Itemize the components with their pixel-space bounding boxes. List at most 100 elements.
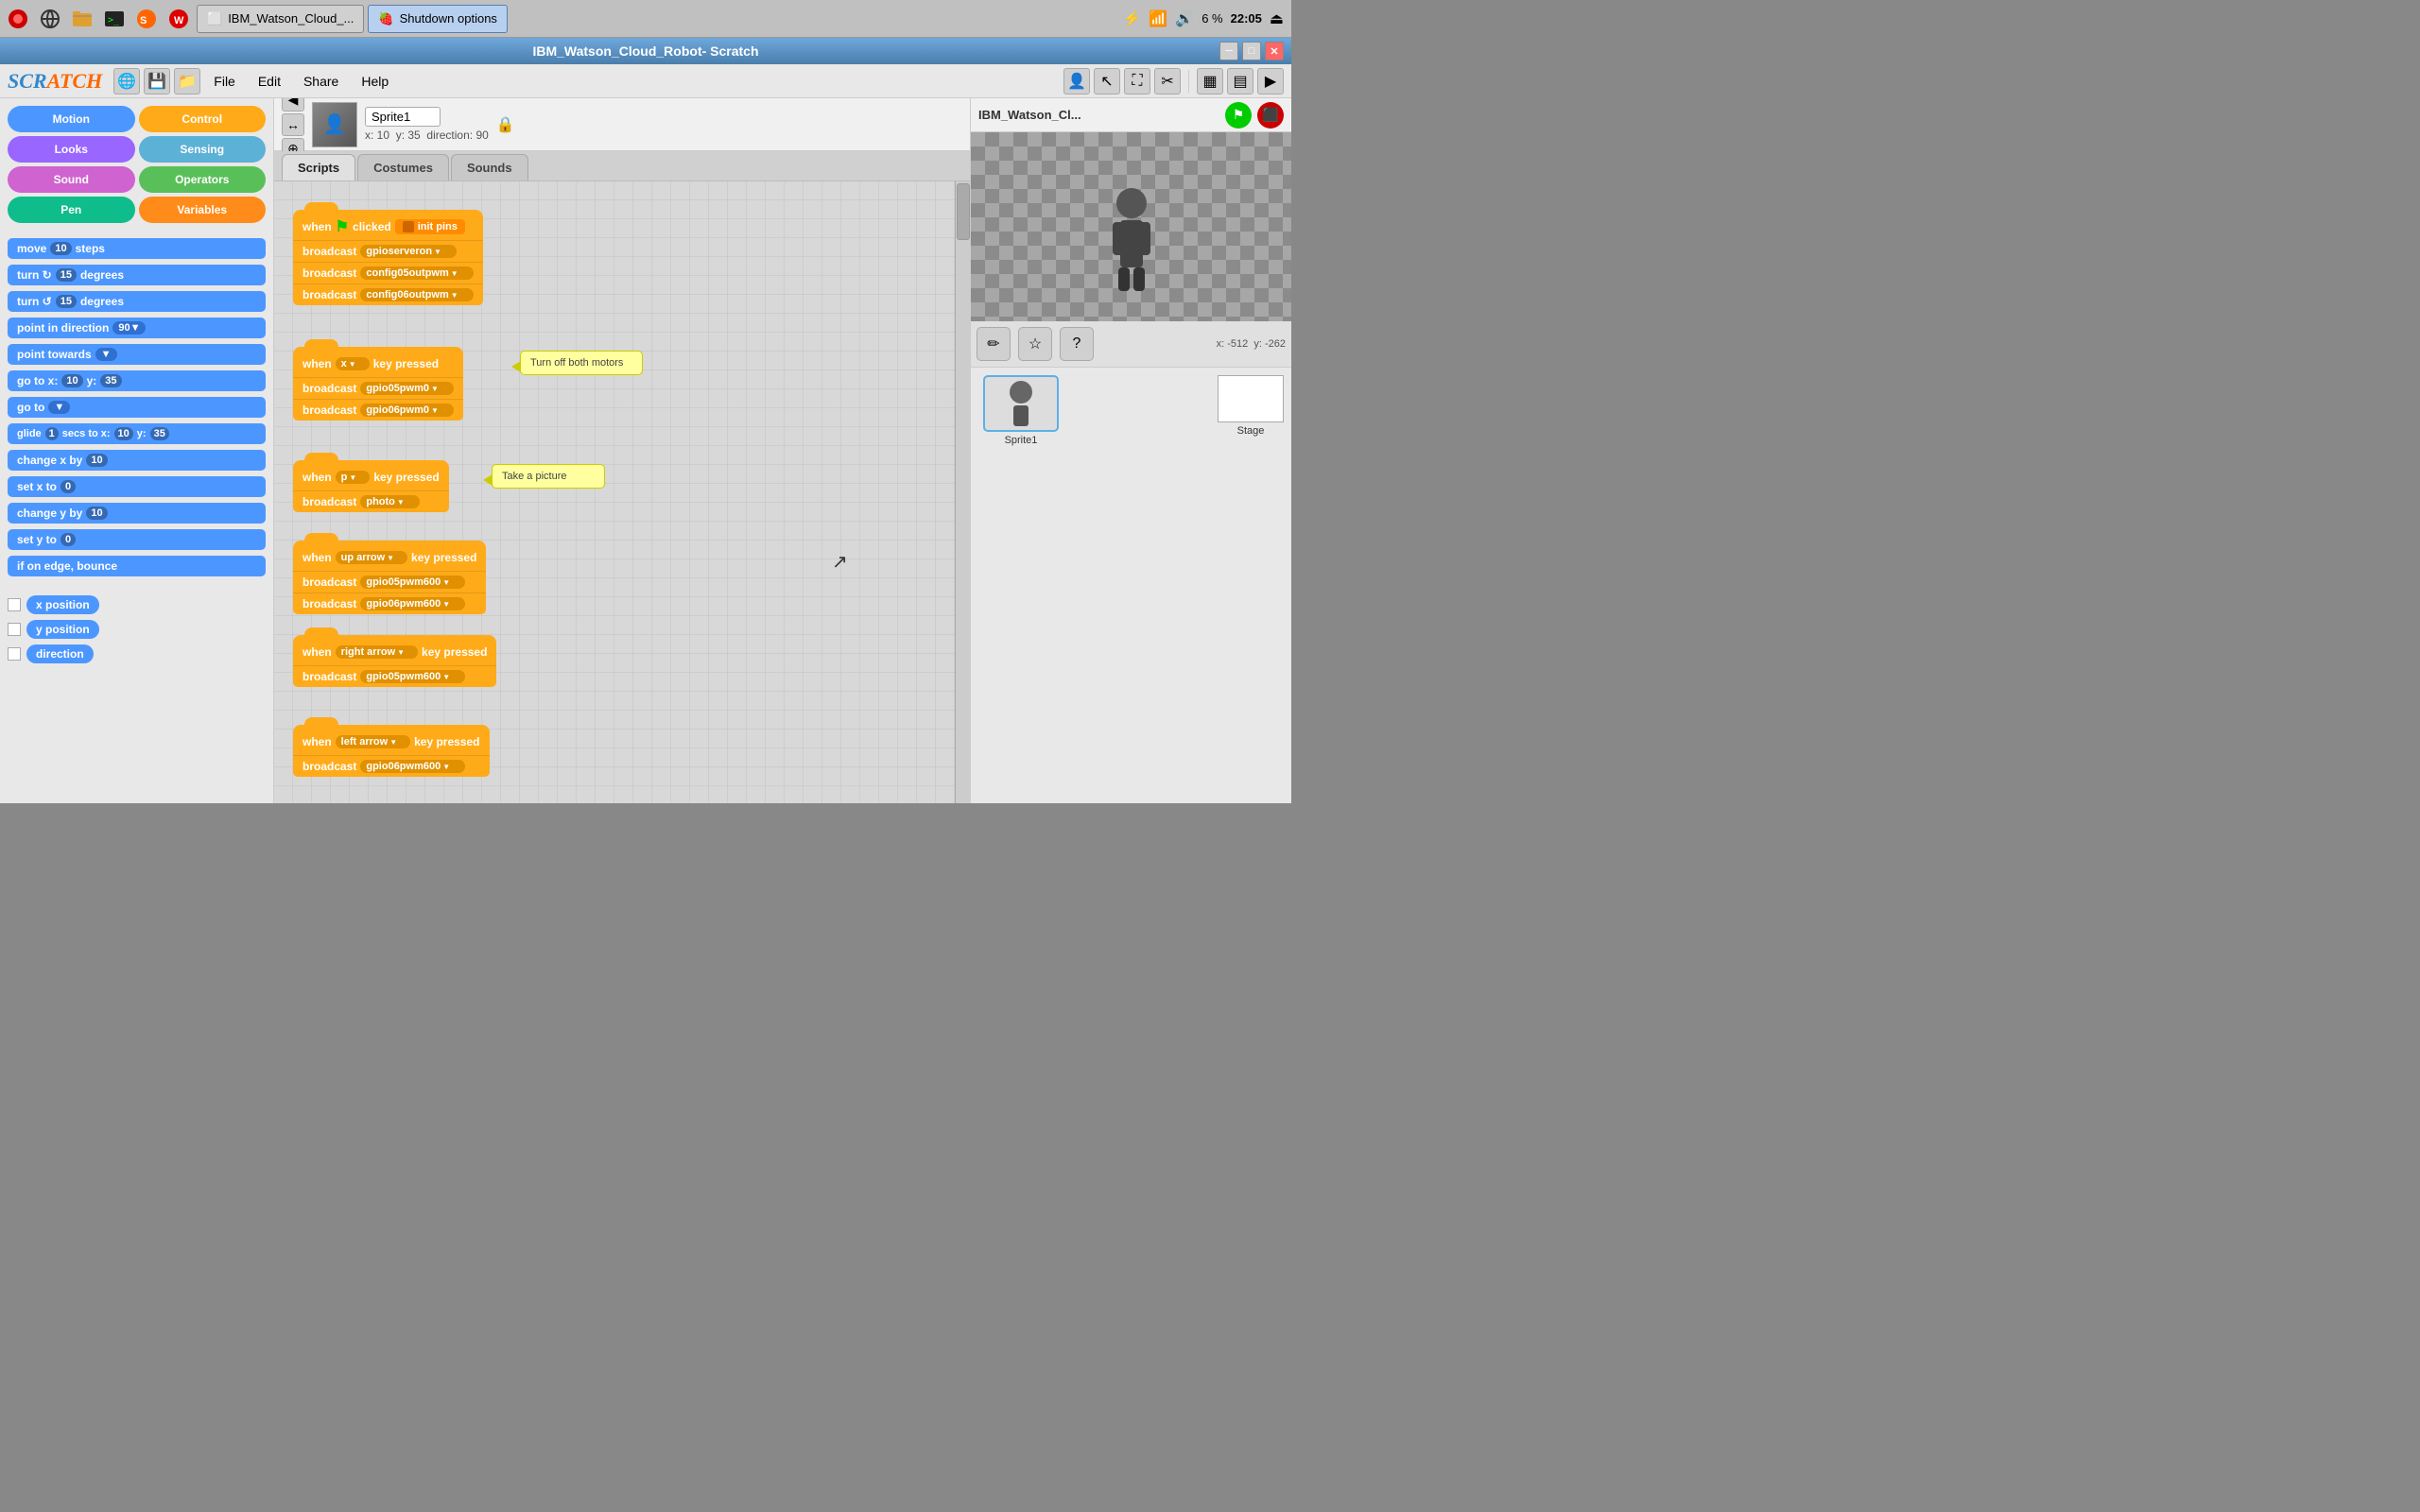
var-x-checkbox[interactable] bbox=[8, 598, 21, 611]
tab-scripts[interactable]: Scripts bbox=[282, 154, 355, 180]
extra-btn[interactable]: ✂ bbox=[1154, 68, 1181, 94]
wifi-icon[interactable]: 📶 bbox=[1149, 9, 1167, 28]
broadcast-gpio06pwm600c-block[interactable]: broadcast gpio06pwm600▼ bbox=[293, 755, 490, 777]
close-button[interactable]: ✕ bbox=[1265, 42, 1284, 60]
minimize-button[interactable]: ─ bbox=[1219, 42, 1238, 60]
sprite-name-area: x: 10 y: 35 direction: 90 bbox=[365, 107, 489, 142]
scripts-canvas[interactable]: when ⚑ clicked init pins broadcast gpios… bbox=[274, 181, 970, 803]
block-goto[interactable]: go to ▼ bbox=[8, 397, 266, 418]
tab-sounds[interactable]: Sounds bbox=[451, 154, 528, 180]
menu-edit[interactable]: Edit bbox=[249, 70, 290, 93]
key-left-dropdown[interactable]: left arrow▼ bbox=[336, 735, 410, 748]
view3-btn[interactable]: ▶ bbox=[1257, 68, 1284, 94]
menu-share[interactable]: Share bbox=[294, 70, 348, 93]
cat-looks-btn[interactable]: Looks bbox=[8, 136, 135, 163]
block-turn-cw[interactable]: turn ↻ 15 degrees bbox=[8, 265, 266, 285]
broadcast-gpio05pwm600b-block[interactable]: broadcast gpio05pwm600▼ bbox=[293, 665, 496, 687]
broadcast-gpio05pwm0-block[interactable]: broadcast gpio05pwm0▼ bbox=[293, 377, 463, 399]
view2-btn[interactable]: ▤ bbox=[1227, 68, 1253, 94]
block-clicked-text: clicked bbox=[353, 220, 391, 233]
sprite-lock-icon[interactable]: 🔒 bbox=[496, 115, 515, 134]
menu-file[interactable]: File bbox=[204, 70, 245, 93]
green-flag-button[interactable]: ⚑ bbox=[1225, 102, 1252, 129]
key-up-dropdown[interactable]: up arrow▼ bbox=[336, 551, 407, 564]
stage-preview bbox=[971, 132, 1291, 321]
window1-btn[interactable]: ⬜ IBM_Watson_Cloud_... bbox=[197, 5, 364, 33]
block-goto-xy[interactable]: go to x: 10 y: 35 bbox=[8, 370, 266, 391]
menu-help[interactable]: Help bbox=[352, 70, 398, 93]
cat-motion-btn[interactable]: Motion bbox=[8, 106, 135, 132]
var-y-position[interactable]: y position bbox=[8, 620, 266, 639]
bluetooth-icon[interactable]: ⚡ bbox=[1122, 9, 1141, 28]
block-glide[interactable]: glide 1 secs to x: 10 y: 35 bbox=[8, 423, 266, 444]
var-dir-checkbox[interactable] bbox=[8, 647, 21, 661]
middle-panel: ◀ ↔ ⊕ 👤 x: 10 y: 35 direction: 90 bbox=[274, 98, 970, 803]
cat-pen-btn[interactable]: Pen bbox=[8, 197, 135, 223]
window2-btn[interactable]: 🍓 Shutdown options bbox=[368, 5, 508, 33]
cat-variables-btn[interactable]: Variables bbox=[139, 197, 267, 223]
broadcast-gpio06pwm600-block[interactable]: broadcast gpio06pwm600▼ bbox=[293, 593, 486, 614]
cat-sensing-btn[interactable]: Sensing bbox=[139, 136, 267, 163]
maximize-button[interactable]: □ bbox=[1242, 42, 1261, 60]
broadcast-gpioserver-block[interactable]: broadcast gpioserveron▼ bbox=[293, 240, 483, 262]
scripts-scrollbar[interactable] bbox=[955, 181, 970, 803]
save-btn[interactable]: 💾 bbox=[144, 68, 170, 94]
sprite-nav-down[interactable]: ↔ bbox=[282, 113, 304, 136]
cat-sound-btn[interactable]: Sound bbox=[8, 166, 135, 193]
block-point-towards[interactable]: point towards ▼ bbox=[8, 344, 266, 365]
help-tool-btn[interactable]: ? bbox=[1060, 327, 1094, 361]
block-change-x[interactable]: change x by 10 bbox=[8, 450, 266, 471]
paint-tool-btn[interactable]: ✏ bbox=[977, 327, 1011, 361]
stage-tools-bar: ✏ ☆ ? x: -512 y: -262 bbox=[971, 321, 1291, 368]
scratch-icon[interactable]: S bbox=[132, 5, 161, 33]
star-tool-btn[interactable]: ☆ bbox=[1018, 327, 1052, 361]
block-set-x[interactable]: set x to 0 bbox=[8, 476, 266, 497]
broadcast-photo-block[interactable]: broadcast photo▼ bbox=[293, 490, 449, 512]
sprite-nav-up[interactable]: ◀ bbox=[282, 98, 304, 112]
eject-icon[interactable]: ⏏ bbox=[1270, 9, 1284, 28]
init-pins-block[interactable]: init pins bbox=[395, 219, 465, 234]
sprite-coords: x: 10 y: 35 direction: 90 bbox=[365, 129, 489, 142]
stop-button[interactable]: ⬛ bbox=[1257, 102, 1284, 129]
broadcast-gpio06pwm0-block[interactable]: broadcast gpio06pwm0▼ bbox=[293, 399, 463, 421]
stage-thumbnail-area[interactable]: Stage bbox=[1218, 375, 1284, 446]
stage-header: IBM_Watson_Cl... ⚑ ⬛ bbox=[971, 98, 1291, 132]
filemanager-icon[interactable] bbox=[68, 5, 96, 33]
script-group-5: when right arrow▼ key pressed broadcast … bbox=[293, 635, 496, 687]
broadcast-gpio05pwm600-block[interactable]: broadcast gpio05pwm600▼ bbox=[293, 571, 486, 593]
browser-icon[interactable] bbox=[36, 5, 64, 33]
folder-btn[interactable]: 📁 bbox=[174, 68, 200, 94]
pointer-btn[interactable]: ↖ bbox=[1094, 68, 1120, 94]
raspberry-icon[interactable] bbox=[4, 5, 32, 33]
key-x-dropdown[interactable]: x▼ bbox=[336, 357, 370, 370]
sprite-label-1: Sprite1 bbox=[1005, 435, 1038, 446]
key-p-dropdown[interactable]: p▼ bbox=[336, 471, 371, 484]
comment-take-picture: Take a picture bbox=[492, 464, 605, 489]
cat-control-btn[interactable]: Control bbox=[139, 106, 267, 132]
block-set-y[interactable]: set y to 0 bbox=[8, 529, 266, 550]
wolfram-icon[interactable]: W bbox=[164, 5, 193, 33]
tab-costumes[interactable]: Costumes bbox=[357, 154, 449, 180]
var-y-checkbox[interactable] bbox=[8, 623, 21, 636]
terminal-icon[interactable]: >_ bbox=[100, 5, 129, 33]
language-btn[interactable]: 🌐 bbox=[113, 68, 140, 94]
volume-icon[interactable]: 🔊 bbox=[1175, 9, 1194, 28]
broadcast-config05-block[interactable]: broadcast config05outpwm▼ bbox=[293, 262, 483, 284]
clock: 22:05 bbox=[1231, 11, 1262, 26]
broadcast-config06-block[interactable]: broadcast config06outpwm▼ bbox=[293, 284, 483, 305]
block-turn-ccw[interactable]: turn ↺ 15 degrees bbox=[8, 291, 266, 312]
block-move[interactable]: move 10 steps bbox=[8, 238, 266, 259]
view1-btn[interactable]: ▦ bbox=[1197, 68, 1223, 94]
block-point-direction[interactable]: point in direction 90▼ bbox=[8, 318, 266, 338]
block-edge-bounce[interactable]: if on edge, bounce bbox=[8, 556, 266, 576]
cat-operators-btn[interactable]: Operators bbox=[139, 166, 267, 193]
sprite-name-input[interactable] bbox=[365, 107, 441, 127]
sprite-item-1[interactable]: Sprite1 bbox=[978, 375, 1063, 446]
var-direction[interactable]: direction bbox=[8, 644, 266, 663]
fullscreen-btn[interactable]: ⛶ bbox=[1124, 68, 1150, 94]
var-x-position[interactable]: x position bbox=[8, 595, 266, 614]
block-change-y[interactable]: change y by 10 bbox=[8, 503, 266, 524]
user-btn[interactable]: 👤 bbox=[1063, 68, 1090, 94]
scrollbar-thumb[interactable] bbox=[957, 183, 970, 240]
key-right-dropdown[interactable]: right arrow▼ bbox=[336, 645, 418, 659]
